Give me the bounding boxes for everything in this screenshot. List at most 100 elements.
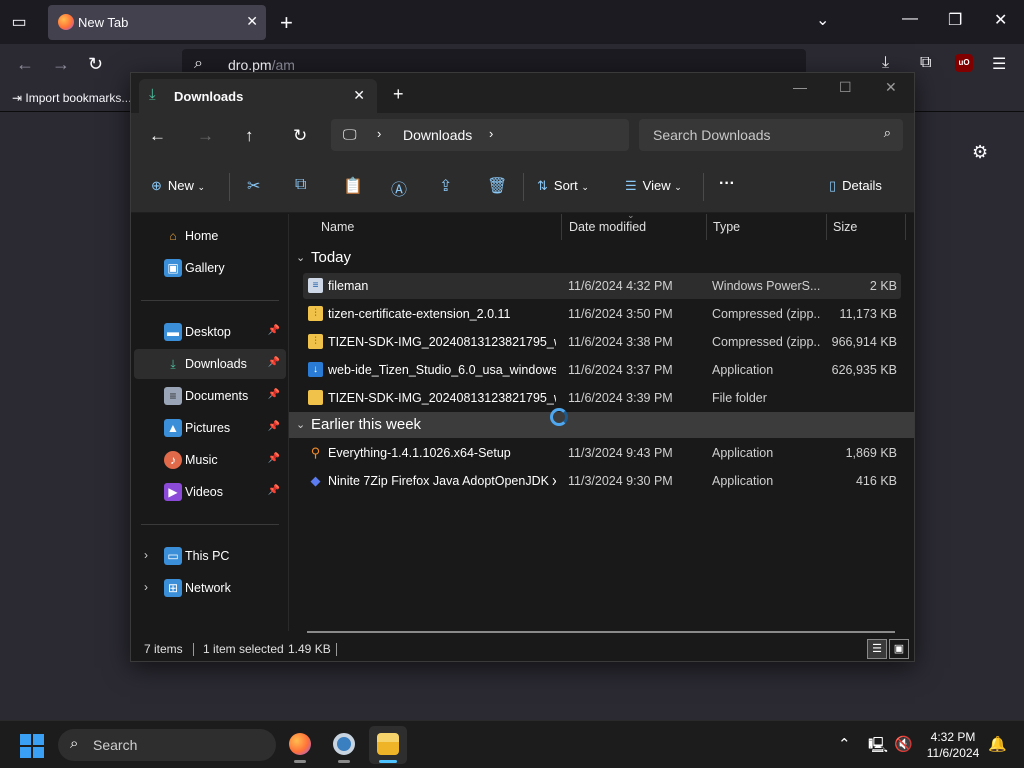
taskbar-file-explorer[interactable]: [369, 726, 407, 764]
explorer-minimize-icon[interactable]: —: [793, 79, 807, 95]
windows-start-icon[interactable]: [20, 734, 44, 758]
see-more-icon[interactable]: ···: [719, 175, 735, 193]
collapse-chevron-icon[interactable]: ⌄: [296, 251, 305, 264]
table-row[interactable]: ⚲ Everything-1.4.1.1026.x64-Setup 11/3/2…: [303, 440, 901, 466]
minimize-window-icon[interactable]: —: [902, 10, 918, 28]
taskbar-settings[interactable]: [325, 726, 363, 764]
breadcrumb-chevron-icon[interactable]: ›: [377, 126, 381, 141]
sort-button[interactable]: ⇅ Sort ⌄: [537, 178, 589, 194]
divider: [193, 643, 194, 656]
pin-icon[interactable]: 📌: [268, 357, 280, 368]
details-pane-button[interactable]: ▯ Details: [829, 178, 882, 194]
column-divider[interactable]: [561, 214, 562, 240]
delete-icon[interactable]: 🗑: [487, 176, 507, 196]
explorer-search-box[interactable]: Search Downloads ⌕: [639, 119, 903, 151]
back-icon[interactable]: ←: [16, 54, 34, 75]
close-tab-icon[interactable]: ✕: [246, 13, 258, 30]
close-explorer-tab-icon[interactable]: ✕: [353, 87, 365, 104]
group-header-today[interactable]: ⌄ Today: [289, 245, 914, 271]
pin-icon[interactable]: 📌: [268, 421, 280, 432]
pin-icon[interactable]: 📌: [268, 325, 280, 336]
explorer-maximize-icon[interactable]: ☐: [839, 79, 852, 96]
nav-item-gallery[interactable]: ▣ Gallery: [134, 253, 286, 283]
expand-chevron-icon[interactable]: ›: [144, 548, 148, 562]
nav-item-documents[interactable]: ≡ Documents 📌: [134, 381, 286, 411]
notifications-bell-icon[interactable]: 🔔: [988, 735, 1007, 753]
show-hidden-icons-icon[interactable]: ⌃: [838, 735, 851, 753]
page-settings-gear-icon[interactable]: ⚙: [972, 142, 988, 163]
details-view-icon[interactable]: ☰: [867, 639, 887, 659]
table-row[interactable]: ◆ Ninite 7Zip Firefox Java AdoptOpenJDK …: [303, 468, 901, 494]
explorer-refresh-icon[interactable]: ↻: [293, 126, 307, 146]
nav-item-network[interactable]: › ⊞ Network: [134, 573, 286, 603]
file-name: tizen-certificate-extension_2.0.11: [328, 307, 511, 321]
explorer-tab-downloads[interactable]: ⤓ Downloads ✕: [139, 79, 377, 113]
system-clock[interactable]: 4:32 PM 11/6/2024: [918, 729, 988, 761]
network-status-icon[interactable]: 🖳: [868, 735, 888, 760]
volume-muted-icon[interactable]: 🔇: [894, 735, 913, 753]
downloads-icon[interactable]: ⤓: [882, 54, 889, 72]
forward-icon[interactable]: →: [52, 54, 70, 75]
column-header-size[interactable]: Size: [833, 214, 857, 240]
table-row[interactable]: ≡ fileman 11/6/2024 4:32 PM Windows Powe…: [303, 273, 901, 299]
cut-icon[interactable]: ✂: [247, 176, 260, 196]
new-tab-button[interactable]: +: [280, 10, 293, 36]
paste-icon[interactable]: 📋: [343, 176, 363, 196]
nav-label: Pictures: [185, 421, 231, 435]
view-button[interactable]: ☰ View ⌄: [625, 178, 682, 194]
explorer-forward-icon[interactable]: →: [197, 126, 214, 146]
nav-item-home[interactable]: ⌂ Home: [134, 221, 286, 251]
explorer-close-icon[interactable]: ✕: [885, 79, 897, 96]
explorer-back-icon[interactable]: ←: [149, 126, 166, 146]
column-header-date[interactable]: Date modified: [569, 214, 646, 240]
pin-icon[interactable]: 📌: [268, 453, 280, 464]
column-divider[interactable]: [905, 214, 906, 240]
reload-icon[interactable]: ↻: [88, 54, 103, 75]
everything-app-icon: ⚲: [310, 445, 321, 460]
table-row[interactable]: ↓ web-ide_Tizen_Studio_6.0_usa_windows-.…: [303, 357, 901, 383]
table-row[interactable]: ⫶ TIZEN-SDK-IMG_20240813123821795_win...…: [303, 329, 901, 355]
table-row[interactable]: ⫶ tizen-certificate-extension_2.0.11 11/…: [303, 301, 901, 327]
rename-icon[interactable]: Ⓐ: [391, 176, 407, 200]
column-divider[interactable]: [826, 214, 827, 240]
chevron-down-icon: ⌄: [581, 182, 589, 192]
import-bookmarks-link[interactable]: ⇥ Import bookmarks...: [12, 91, 131, 105]
collapse-chevron-icon[interactable]: ⌄: [296, 418, 305, 431]
restore-window-icon[interactable]: ❐: [948, 10, 962, 30]
nav-item-music[interactable]: ♪ Music 📌: [134, 445, 286, 475]
pin-icon[interactable]: 📌: [268, 389, 280, 400]
list-all-tabs-icon[interactable]: ⌄: [816, 10, 829, 30]
column-header-name[interactable]: Name: [321, 214, 354, 240]
share-icon[interactable]: ⇪: [439, 176, 452, 196]
column-header-type[interactable]: Type: [713, 214, 740, 240]
horizontal-scrollbar[interactable]: [307, 631, 895, 633]
group-header-earlier-this-week[interactable]: ⌄ Earlier this week: [289, 412, 914, 438]
column-divider[interactable]: [706, 214, 707, 240]
ublock-origin-icon[interactable]: uO: [955, 54, 973, 72]
nav-item-this-pc[interactable]: › ▭ This PC: [134, 541, 286, 571]
nav-item-videos[interactable]: ▶ Videos 📌: [134, 477, 286, 507]
table-row[interactable]: TIZEN-SDK-IMG_20240813123821795_win... 1…: [303, 385, 901, 411]
expand-chevron-icon[interactable]: ›: [144, 580, 148, 594]
tab-list-icon[interactable]: ▭: [8, 12, 30, 34]
group-label: Earlier this week: [311, 416, 422, 433]
extensions-icon[interactable]: ⧉: [920, 54, 931, 72]
nav-item-downloads[interactable]: ⤓ Downloads 📌: [134, 349, 286, 379]
explorer-up-icon[interactable]: ↑: [245, 126, 254, 146]
browser-tab-new-tab[interactable]: New Tab ✕: [48, 5, 266, 40]
nav-item-desktop[interactable]: ▬ Desktop 📌: [134, 317, 286, 347]
file-size: 416 KB: [855, 474, 897, 488]
copy-icon[interactable]: ⧉: [295, 176, 306, 194]
nav-item-pictures[interactable]: ▲ Pictures 📌: [134, 413, 286, 443]
taskbar-firefox[interactable]: [281, 726, 319, 764]
taskbar-search-box[interactable]: ⌕ Search: [58, 729, 276, 761]
breadcrumb-downloads[interactable]: Downloads: [403, 127, 472, 143]
address-bar[interactable]: 🖵 › Downloads ›: [331, 119, 629, 151]
breadcrumb-chevron-icon[interactable]: ›: [489, 126, 493, 141]
menu-icon[interactable]: ☰: [992, 54, 1006, 74]
new-button[interactable]: ⊕ New ⌄: [151, 178, 205, 194]
explorer-new-tab-button[interactable]: +: [393, 84, 404, 105]
large-icons-view-icon[interactable]: ▣: [889, 639, 909, 659]
close-window-icon[interactable]: ✕: [994, 10, 1007, 30]
pin-icon[interactable]: 📌: [268, 485, 280, 496]
